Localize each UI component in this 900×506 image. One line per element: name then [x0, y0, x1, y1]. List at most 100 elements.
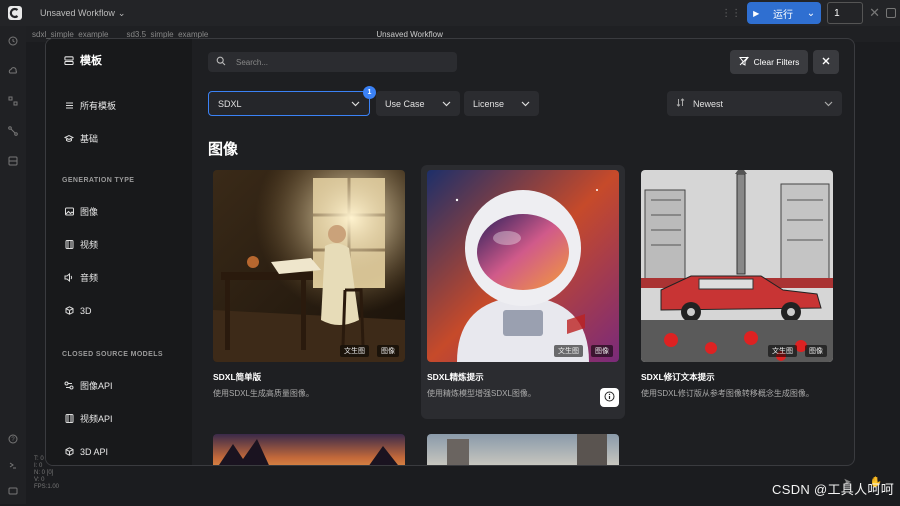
- sidebar-item-video-api[interactable]: 视频API: [46, 402, 192, 435]
- stat-line: FPS:1.00: [34, 484, 60, 490]
- graph-icon[interactable]: [0, 116, 26, 146]
- tag-text-to-image: 文生图: [554, 345, 583, 357]
- template-thumbnail: 文生图 图像: [213, 170, 405, 362]
- close-dialog-button[interactable]: [813, 50, 839, 74]
- run-count-input[interactable]: 1: [827, 2, 864, 24]
- run-button[interactable]: ▶ 运行 ⌄: [747, 2, 822, 24]
- cube-icon: [64, 447, 74, 457]
- chevron-down-icon: ⌄: [117, 7, 126, 18]
- model-filter-value: SDXL: [218, 98, 242, 109]
- keyboard-icon[interactable]: [0, 476, 26, 506]
- sidebar-item-3d-api[interactable]: 3D API: [46, 435, 192, 465]
- templates-main: Clear Filters SDXL 1 Use Case License Ne…: [192, 39, 854, 465]
- card-description: 使用精炼模型增强SDXL图像。: [427, 389, 536, 398]
- sidebar-item-label: 图像: [80, 207, 99, 217]
- template-card[interactable]: 文生图 图像 SDXL精炼提示 使用精炼模型增强SDXL图像。: [421, 165, 625, 419]
- templates-icon: [64, 55, 74, 65]
- window-icon[interactable]: [886, 8, 896, 18]
- sidebar-item-label: 图像API: [80, 381, 113, 391]
- template-thumbnail: 文生图 图像: [427, 170, 619, 362]
- watermark: CSDN @工具人呵呵: [772, 482, 894, 497]
- license-dropdown[interactable]: License: [464, 91, 539, 116]
- stat-line: V: 0: [34, 477, 45, 483]
- chevron-down-icon: [824, 99, 833, 109]
- app-logo[interactable]: [4, 2, 26, 24]
- template-card[interactable]: 文生图 图像 SDXL简单版 使用SDXL生成高质量图像。: [207, 165, 411, 415]
- run-controls: ⋮⋮ ▶ 运行 ⌄ 1 ✕: [721, 2, 896, 24]
- sidebar-item-image[interactable]: 图像: [46, 195, 192, 228]
- template-card[interactable]: 文生图 图像 SDXL修订文本提示 使用SDXL修订版从参考图像转移概念生成图像…: [635, 165, 839, 415]
- history-icon[interactable]: [0, 26, 26, 56]
- cloud-icon[interactable]: [0, 56, 26, 86]
- chevron-down-icon[interactable]: ⌄: [807, 8, 815, 19]
- sidebar-item-basics[interactable]: 基础: [46, 122, 192, 155]
- sidebar-item-video[interactable]: 视频: [46, 228, 192, 261]
- sidebar-item-label: 所有模板: [80, 101, 117, 111]
- card-title: SDXL修订文本提示: [641, 372, 715, 382]
- workflow-title: Unsaved Workflow: [40, 8, 115, 18]
- close-icon: [821, 53, 831, 71]
- film-icon: [64, 414, 74, 424]
- sort-dropdown[interactable]: Newest: [667, 91, 842, 116]
- template-card-partial[interactable]: [213, 434, 405, 465]
- tag-image: 图像: [591, 345, 613, 357]
- section-title: 图像: [208, 141, 239, 158]
- close-icon[interactable]: ✕: [869, 5, 880, 21]
- chevron-down-icon: [442, 99, 451, 109]
- sidebar-item-audio[interactable]: 音频: [46, 261, 192, 294]
- tag-image: 图像: [377, 345, 399, 357]
- search-icon: [216, 53, 226, 71]
- section-closed-source-models: CLOSED SOURCE MODELS: [62, 350, 163, 358]
- film-icon: [64, 240, 74, 250]
- chevron-down-icon: [351, 99, 360, 109]
- image-api-icon: [64, 381, 74, 391]
- sidebar-item-label: 基础: [80, 134, 99, 144]
- use-case-dropdown[interactable]: Use Case: [376, 91, 460, 116]
- card-description: 使用SDXL生成高质量图像。: [213, 389, 314, 398]
- templates-dialog: 模板 所有模板 基础 GENERATION TYPE 图像 视频 音频 3D C…: [45, 38, 855, 466]
- card-title: SDXL简单版: [213, 372, 262, 382]
- image-icon: [64, 207, 74, 217]
- graduation-cap-icon: [64, 134, 74, 144]
- sort-label: Newest: [693, 98, 724, 109]
- sidebar-item-image-api[interactable]: 图像API: [46, 369, 192, 402]
- filter-off-icon: [738, 56, 749, 68]
- sidebar-title-text: 模板: [80, 55, 102, 67]
- chevron-down-icon: [521, 99, 530, 109]
- sort-icon: [676, 98, 685, 109]
- template-card-partial[interactable]: [427, 434, 619, 465]
- model-filter-dropdown[interactable]: SDXL 1: [208, 86, 376, 116]
- stat-line: N: 0 [0]: [34, 470, 54, 476]
- card-description: 使用SDXL修订版从参考图像转移概念生成图像。: [641, 389, 814, 398]
- sidebar-item-3d[interactable]: 3D: [46, 294, 192, 327]
- info-button[interactable]: [600, 388, 619, 407]
- templates-sidebar: 模板 所有模板 基础 GENERATION TYPE 图像 视频 音频 3D C…: [46, 39, 192, 465]
- tag-image: 图像: [805, 345, 827, 357]
- grip-icon: ⋮⋮: [721, 7, 742, 19]
- sidebar-item-label: 音频: [80, 273, 99, 283]
- clear-filters-label: Clear Filters: [753, 57, 800, 67]
- tag-text-to-image: 文生图: [768, 345, 797, 357]
- sidebar-item-all-templates[interactable]: 所有模板: [46, 89, 192, 122]
- sidebar-item-label: 视频: [80, 240, 99, 250]
- run-label: 运行: [772, 9, 793, 21]
- left-rail: ?: [0, 26, 26, 504]
- cube-icon: [64, 306, 74, 316]
- clear-filters-button[interactable]: Clear Filters: [730, 50, 808, 74]
- template-thumbnail: 文生图 图像: [641, 170, 833, 362]
- search-box[interactable]: [208, 52, 457, 72]
- play-icon: ▶: [753, 8, 760, 18]
- sidebar-title: 模板: [46, 53, 192, 67]
- sidebar-item-label: 视频API: [80, 414, 113, 424]
- workflow-menu[interactable]: Unsaved Workflow ⌄: [40, 8, 125, 19]
- license-label: License: [473, 98, 505, 109]
- nodes-icon[interactable]: [0, 86, 26, 116]
- search-input[interactable]: [234, 56, 434, 68]
- top-bar: Unsaved Workflow ⌄ ⋮⋮ ▶ 运行 ⌄ 1 ✕: [0, 0, 900, 26]
- sort-value-wrap: Newest: [676, 98, 723, 109]
- filter-count-badge: 1: [363, 86, 376, 99]
- templates-icon[interactable]: [0, 146, 26, 176]
- sidebar-item-label: 3D API: [80, 446, 109, 457]
- section-generation-type: GENERATION TYPE: [62, 176, 135, 184]
- info-icon: [604, 389, 615, 407]
